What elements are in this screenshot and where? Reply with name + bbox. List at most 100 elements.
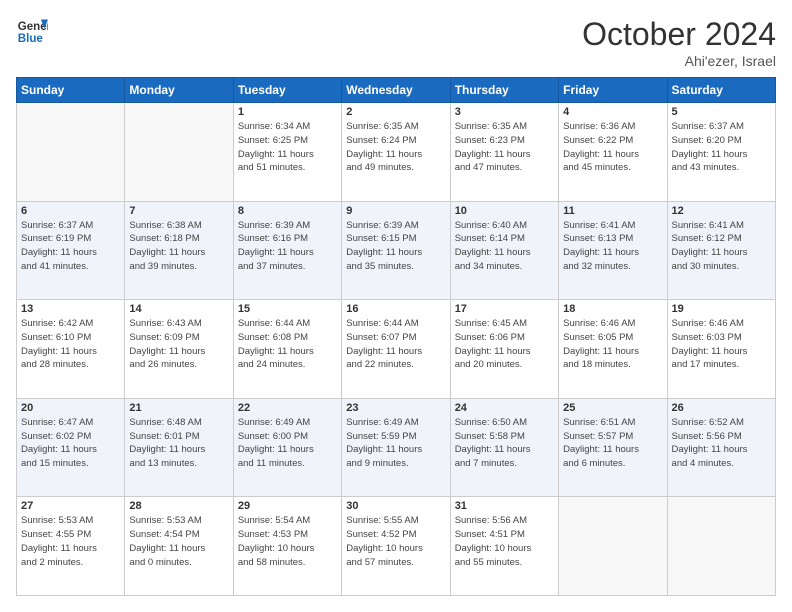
table-row bbox=[17, 103, 125, 202]
day-info: Sunrise: 6:48 AM Sunset: 6:01 PM Dayligh… bbox=[129, 416, 228, 471]
day-number: 17 bbox=[455, 303, 554, 315]
table-row bbox=[559, 497, 667, 596]
table-row: 24 Sunrise: 6:50 AM Sunset: 5:58 PM Dayli… bbox=[450, 398, 558, 497]
day-info: Sunrise: 6:35 AM Sunset: 6:24 PM Dayligh… bbox=[346, 120, 445, 175]
table-row: 6 Sunrise: 6:37 AM Sunset: 6:19 PM Daylig… bbox=[17, 201, 125, 300]
col-thursday: Thursday bbox=[450, 78, 558, 103]
table-row: 9Sunrise: 6:39 AM Sunset: 6:15 PM Daylig… bbox=[342, 201, 450, 300]
day-number: 3 bbox=[455, 106, 554, 118]
day-number: 27 bbox=[21, 500, 120, 512]
calendar-week-row: 27 Sunrise: 5:53 AM Sunset: 4:55 PM Dayli… bbox=[17, 497, 776, 596]
table-row: 22 Sunrise: 6:49 AM Sunset: 6:00 PM Dayli… bbox=[233, 398, 341, 497]
table-row: 17 Sunrise: 6:45 AM Sunset: 6:06 PM Dayli… bbox=[450, 300, 558, 399]
day-number: 6 bbox=[21, 205, 120, 217]
table-row: 19Sunrise: 6:46 AM Sunset: 6:03 PM Dayli… bbox=[667, 300, 775, 399]
title-block: October 2024 Ahi'ezer, Israel bbox=[582, 16, 776, 69]
table-row: 28Sunrise: 5:53 AM Sunset: 4:54 PM Dayli… bbox=[125, 497, 233, 596]
calendar-week-row: 20Sunrise: 6:47 AM Sunset: 6:02 PM Dayli… bbox=[17, 398, 776, 497]
day-info: Sunrise: 6:51 AM Sunset: 5:57 PM Dayligh… bbox=[563, 416, 662, 471]
day-info: Sunrise: 6:45 AM Sunset: 6:06 PM Dayligh… bbox=[455, 317, 554, 372]
table-row bbox=[667, 497, 775, 596]
day-number: 25 bbox=[563, 402, 662, 414]
day-info: Sunrise: 6:37 AM Sunset: 6:20 PM Dayligh… bbox=[672, 120, 771, 175]
table-row: 29Sunrise: 5:54 AM Sunset: 4:53 PM Dayli… bbox=[233, 497, 341, 596]
day-info: Sunrise: 6:42 AM Sunset: 6:10 PM Dayligh… bbox=[21, 317, 120, 372]
table-row: 30 Sunrise: 5:55 AM Sunset: 4:52 PM Dayli… bbox=[342, 497, 450, 596]
day-number: 4 bbox=[563, 106, 662, 118]
table-row: 27 Sunrise: 5:53 AM Sunset: 4:55 PM Dayli… bbox=[17, 497, 125, 596]
day-info: Sunrise: 6:44 AM Sunset: 6:08 PM Dayligh… bbox=[238, 317, 337, 372]
day-info: Sunrise: 6:36 AM Sunset: 6:22 PM Dayligh… bbox=[563, 120, 662, 175]
day-number: 15 bbox=[238, 303, 337, 315]
col-tuesday: Tuesday bbox=[233, 78, 341, 103]
day-info: Sunrise: 5:53 AM Sunset: 4:55 PM Dayligh… bbox=[21, 514, 120, 569]
month-title: October 2024 bbox=[582, 16, 776, 53]
calendar-week-row: 13 Sunrise: 6:42 AM Sunset: 6:10 PM Dayli… bbox=[17, 300, 776, 399]
svg-text:Blue: Blue bbox=[18, 33, 44, 45]
table-row: 16Sunrise: 6:44 AM Sunset: 6:07 PM Dayli… bbox=[342, 300, 450, 399]
logo-icon: General Blue bbox=[16, 16, 48, 48]
day-number: 11 bbox=[563, 205, 662, 217]
table-row: 31 Sunrise: 5:56 AM Sunset: 4:51 PM Dayli… bbox=[450, 497, 558, 596]
day-number: 18 bbox=[563, 303, 662, 315]
day-number: 13 bbox=[21, 303, 120, 315]
day-info: Sunrise: 6:34 AM Sunset: 6:25 PM Dayligh… bbox=[238, 120, 337, 175]
day-number: 1 bbox=[238, 106, 337, 118]
table-row: 7 Sunrise: 6:38 AM Sunset: 6:18 PM Daylig… bbox=[125, 201, 233, 300]
day-info: Sunrise: 6:46 AM Sunset: 6:05 PM Dayligh… bbox=[563, 317, 662, 372]
day-number: 2 bbox=[346, 106, 445, 118]
calendar-week-row: 6 Sunrise: 6:37 AM Sunset: 6:19 PM Daylig… bbox=[17, 201, 776, 300]
col-saturday: Saturday bbox=[667, 78, 775, 103]
day-info: Sunrise: 6:49 AM Sunset: 5:59 PM Dayligh… bbox=[346, 416, 445, 471]
day-number: 12 bbox=[672, 205, 771, 217]
day-number: 19 bbox=[672, 303, 771, 315]
day-info: Sunrise: 6:49 AM Sunset: 6:00 PM Dayligh… bbox=[238, 416, 337, 471]
day-info: Sunrise: 6:50 AM Sunset: 5:58 PM Dayligh… bbox=[455, 416, 554, 471]
day-number: 30 bbox=[346, 500, 445, 512]
col-wednesday: Wednesday bbox=[342, 78, 450, 103]
day-number: 23 bbox=[346, 402, 445, 414]
table-row: 5 Sunrise: 6:37 AM Sunset: 6:20 PM Daylig… bbox=[667, 103, 775, 202]
day-number: 28 bbox=[129, 500, 228, 512]
day-number: 22 bbox=[238, 402, 337, 414]
logo: General Blue bbox=[16, 16, 48, 48]
day-info: Sunrise: 6:38 AM Sunset: 6:18 PM Dayligh… bbox=[129, 219, 228, 274]
day-info: Sunrise: 6:41 AM Sunset: 6:13 PM Dayligh… bbox=[563, 219, 662, 274]
day-number: 7 bbox=[129, 205, 228, 217]
table-row: 18 Sunrise: 6:46 AM Sunset: 6:05 PM Dayli… bbox=[559, 300, 667, 399]
day-info: Sunrise: 5:56 AM Sunset: 4:51 PM Dayligh… bbox=[455, 514, 554, 569]
table-row: 11 Sunrise: 6:41 AM Sunset: 6:13 PM Dayli… bbox=[559, 201, 667, 300]
day-number: 24 bbox=[455, 402, 554, 414]
table-row: 26 Sunrise: 6:52 AM Sunset: 5:56 PM Dayli… bbox=[667, 398, 775, 497]
day-info: Sunrise: 6:37 AM Sunset: 6:19 PM Dayligh… bbox=[21, 219, 120, 274]
day-info: Sunrise: 6:52 AM Sunset: 5:56 PM Dayligh… bbox=[672, 416, 771, 471]
day-number: 21 bbox=[129, 402, 228, 414]
col-sunday: Sunday bbox=[17, 78, 125, 103]
table-row: 14Sunrise: 6:43 AM Sunset: 6:09 PM Dayli… bbox=[125, 300, 233, 399]
day-number: 8 bbox=[238, 205, 337, 217]
day-number: 26 bbox=[672, 402, 771, 414]
calendar-table: Sunday Monday Tuesday Wednesday Thursday… bbox=[16, 77, 776, 596]
day-info: Sunrise: 5:55 AM Sunset: 4:52 PM Dayligh… bbox=[346, 514, 445, 569]
calendar-week-row: 1 Sunrise: 6:34 AM Sunset: 6:25 PM Daylig… bbox=[17, 103, 776, 202]
day-info: Sunrise: 6:35 AM Sunset: 6:23 PM Dayligh… bbox=[455, 120, 554, 175]
day-number: 10 bbox=[455, 205, 554, 217]
day-number: 14 bbox=[129, 303, 228, 315]
table-row: 23 Sunrise: 6:49 AM Sunset: 5:59 PM Dayli… bbox=[342, 398, 450, 497]
day-number: 5 bbox=[672, 106, 771, 118]
header: General Blue October 2024 Ahi'ezer, Isra… bbox=[16, 16, 776, 69]
header-row: Sunday Monday Tuesday Wednesday Thursday… bbox=[17, 78, 776, 103]
day-info: Sunrise: 6:47 AM Sunset: 6:02 PM Dayligh… bbox=[21, 416, 120, 471]
table-row bbox=[125, 103, 233, 202]
table-row: 25 Sunrise: 6:51 AM Sunset: 5:57 PM Dayli… bbox=[559, 398, 667, 497]
day-info: Sunrise: 6:39 AM Sunset: 6:16 PM Dayligh… bbox=[238, 219, 337, 274]
table-row: 15 Sunrise: 6:44 AM Sunset: 6:08 PM Dayli… bbox=[233, 300, 341, 399]
table-row: 4 Sunrise: 6:36 AM Sunset: 6:22 PM Daylig… bbox=[559, 103, 667, 202]
day-number: 29 bbox=[238, 500, 337, 512]
location: Ahi'ezer, Israel bbox=[582, 53, 776, 69]
table-row: 2 Sunrise: 6:35 AM Sunset: 6:24 PM Daylig… bbox=[342, 103, 450, 202]
col-monday: Monday bbox=[125, 78, 233, 103]
day-number: 31 bbox=[455, 500, 554, 512]
day-info: Sunrise: 6:44 AM Sunset: 6:07 PM Dayligh… bbox=[346, 317, 445, 372]
table-row: 1 Sunrise: 6:34 AM Sunset: 6:25 PM Daylig… bbox=[233, 103, 341, 202]
